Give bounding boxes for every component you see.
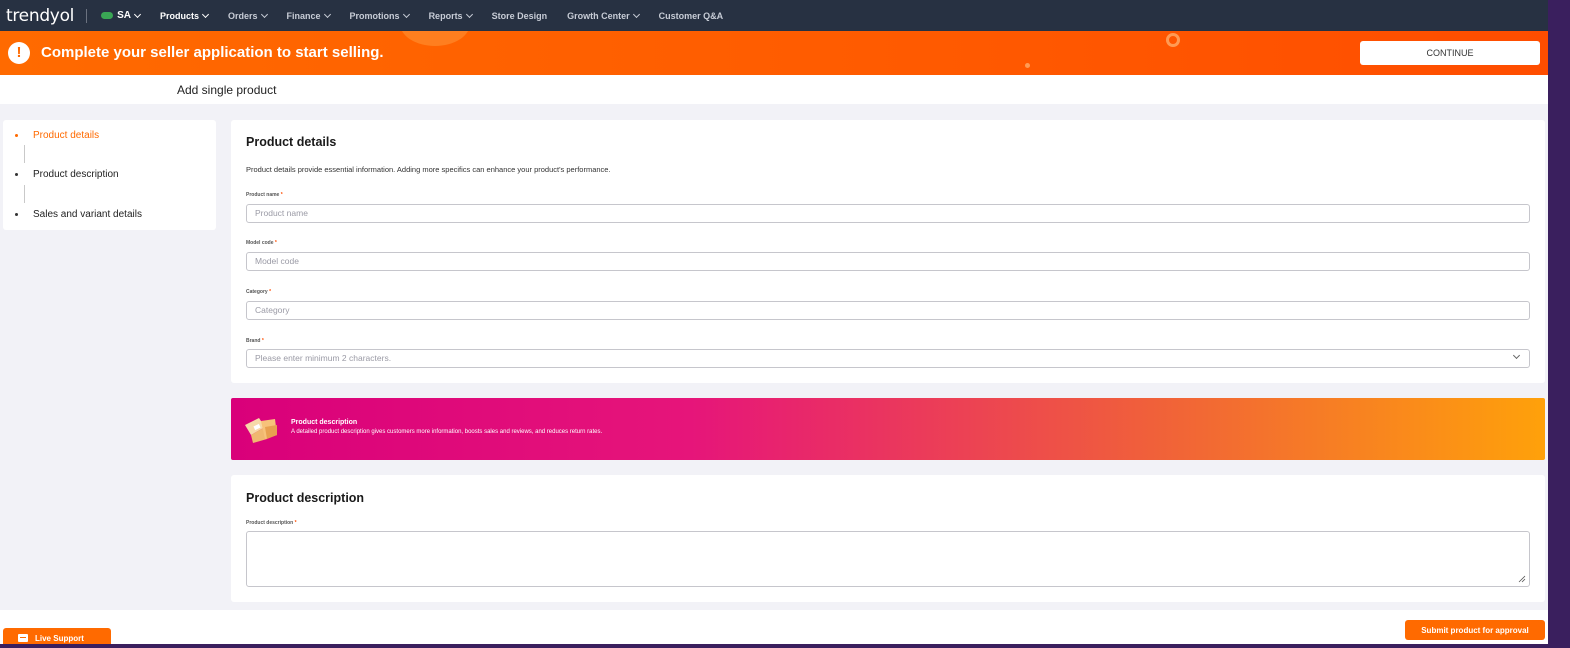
top-navigation: trendyol SA Products Orders Finance Prom… bbox=[0, 0, 1548, 31]
category-label: Category * bbox=[246, 289, 271, 295]
step-connector bbox=[24, 145, 25, 163]
required-mark: * bbox=[269, 289, 272, 295]
banner-decoration bbox=[1025, 63, 1030, 68]
required-mark: * bbox=[280, 192, 283, 198]
banner-message: Complete your seller application to star… bbox=[41, 44, 384, 61]
product-name-input[interactable]: Product name bbox=[246, 204, 1530, 223]
chevron-down-icon bbox=[632, 10, 640, 18]
seller-application-banner: ! Complete your seller application to st… bbox=[0, 31, 1548, 75]
page-title: Add single product bbox=[177, 83, 277, 97]
product-details-subtitle: Product details provide essential inform… bbox=[246, 165, 611, 174]
product-description-textarea[interactable] bbox=[246, 531, 1530, 587]
label-text: Product description bbox=[246, 520, 294, 526]
page-header: Add single product bbox=[0, 75, 1548, 104]
required-mark: * bbox=[274, 240, 277, 246]
nav-promotions[interactable]: Promotions bbox=[349, 10, 410, 21]
nav-customer-qa[interactable]: Customer Q&A bbox=[659, 11, 724, 21]
nav-promotions-label: Promotions bbox=[349, 10, 400, 21]
label-text: Product name bbox=[246, 192, 280, 198]
nav-growth-center-label: Growth Center bbox=[567, 10, 630, 21]
live-support-label: Live Support bbox=[35, 633, 84, 643]
step-bullet bbox=[15, 134, 18, 137]
label-text: Category bbox=[246, 289, 268, 295]
nav-customer-qa-label: Customer Q&A bbox=[658, 10, 724, 21]
chevron-down-icon bbox=[402, 10, 410, 18]
category-input[interactable]: Category bbox=[246, 301, 1530, 320]
chevron-down-icon bbox=[260, 10, 268, 18]
step-label: Product details bbox=[33, 130, 100, 141]
step-sales-variant-details[interactable]: Sales and variant details bbox=[15, 209, 142, 220]
product-description-card: Product description Product description … bbox=[231, 475, 1545, 602]
nav-growth-center[interactable]: Growth Center bbox=[567, 10, 640, 21]
nav-store-design-label: Store Design bbox=[491, 10, 548, 21]
model-code-label: Model code * bbox=[246, 240, 277, 246]
step-label: Sales and variant details bbox=[33, 209, 142, 220]
nav-reports[interactable]: Reports bbox=[428, 10, 473, 21]
nav-orders[interactable]: Orders bbox=[228, 10, 268, 21]
banner-decoration bbox=[1166, 33, 1180, 47]
nav-products-label: Products bbox=[160, 10, 200, 21]
product-details-title: Product details bbox=[246, 135, 337, 149]
nav-reports-label: Reports bbox=[428, 10, 463, 21]
label-text: Brand bbox=[246, 338, 261, 344]
required-mark: * bbox=[261, 338, 264, 344]
nav-divider bbox=[86, 8, 88, 23]
promo-title: Product description bbox=[291, 419, 358, 426]
nav-orders-label: Orders bbox=[228, 10, 258, 21]
product-details-card: Product details Product details provide … bbox=[231, 120, 1545, 383]
window-edge bbox=[0, 644, 1548, 648]
brand-input[interactable]: Please enter minimum 2 characters. bbox=[246, 349, 1530, 368]
package-icon bbox=[245, 418, 277, 443]
continue-button[interactable]: CONTINUE bbox=[1360, 41, 1540, 65]
product-name-label: Product name * bbox=[246, 192, 283, 198]
chevron-down-icon bbox=[133, 10, 142, 18]
chat-icon bbox=[18, 634, 28, 642]
nav-products[interactable]: Products bbox=[160, 10, 210, 21]
flag-icon bbox=[101, 12, 114, 19]
submit-for-approval-button[interactable]: Submit product for approval bbox=[1405, 620, 1545, 640]
step-connector bbox=[24, 185, 25, 203]
chevron-down-icon bbox=[201, 10, 210, 18]
product-description-label: Product description * bbox=[246, 520, 297, 526]
page-footer: Live Support Submit product for approval bbox=[0, 610, 1548, 644]
step-product-description[interactable]: Product description bbox=[15, 169, 119, 180]
live-support-button[interactable]: Live Support bbox=[3, 628, 111, 644]
resize-handle-icon[interactable] bbox=[1518, 575, 1526, 583]
chevron-down-icon bbox=[323, 10, 331, 18]
chevron-down-icon bbox=[465, 10, 473, 18]
form-stepper: Product details Product description Sale… bbox=[3, 120, 216, 230]
app-window: trendyol SA Products Orders Finance Prom… bbox=[0, 0, 1548, 644]
nav-finance[interactable]: Finance bbox=[286, 10, 331, 21]
promo-text: A detailed product description gives cus… bbox=[291, 429, 603, 435]
brand-label: Brand * bbox=[246, 338, 264, 344]
window-edge bbox=[1548, 0, 1570, 648]
product-description-promo: Product description A detailed product d… bbox=[231, 398, 1545, 460]
product-description-title: Product description bbox=[246, 491, 365, 505]
country-selector[interactable]: SA bbox=[101, 10, 142, 21]
brand-select[interactable]: Please enter minimum 2 characters. bbox=[246, 349, 1530, 368]
model-code-input[interactable]: Model code bbox=[246, 252, 1530, 271]
step-bullet bbox=[15, 173, 18, 176]
label-text: Model code bbox=[246, 240, 274, 246]
step-bullet bbox=[15, 213, 18, 216]
exclamation-icon: ! bbox=[8, 42, 30, 64]
nav-store-design[interactable]: Store Design bbox=[492, 11, 548, 21]
trendyol-logo[interactable]: trendyol bbox=[6, 6, 74, 26]
banner-decoration bbox=[400, 31, 470, 46]
nav-finance-label: Finance bbox=[286, 10, 321, 21]
country-label: SA bbox=[117, 10, 131, 21]
step-label: Product description bbox=[33, 169, 119, 180]
step-product-details[interactable]: Product details bbox=[15, 130, 99, 141]
required-mark: * bbox=[294, 520, 297, 526]
